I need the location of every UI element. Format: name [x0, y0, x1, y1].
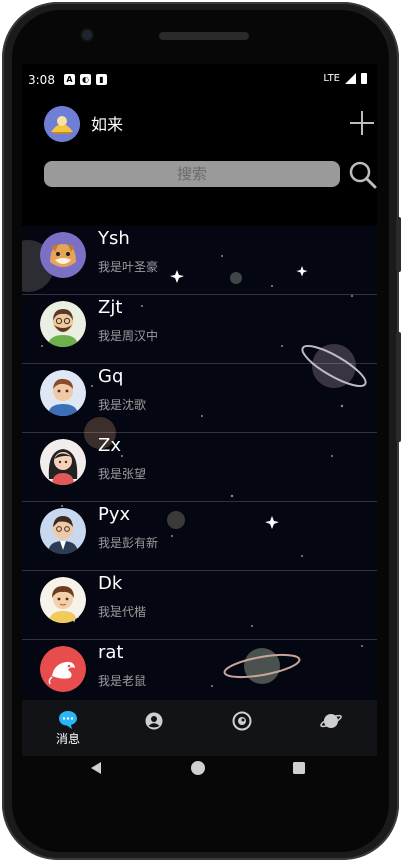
home-icon[interactable] — [190, 760, 206, 776]
contact-name: Zx — [98, 435, 121, 456]
battery-icon — [361, 73, 367, 84]
woman-avatar — [40, 439, 86, 485]
status-time: 3:08 — [28, 73, 55, 87]
contact-name: Zjt — [98, 297, 123, 318]
planet-icon — [320, 714, 342, 728]
app-screen: 3:08 A ◐ ▮ LTE 如来 搜索 Ysh 我是叶圣豪 Zjt 我是周汉中… — [22, 64, 377, 756]
contact-message: 我是彭有新 — [98, 536, 159, 550]
tab-contacts[interactable] — [110, 700, 198, 756]
volume-button — [396, 217, 401, 272]
tab-discover[interactable] — [198, 700, 286, 756]
recents-icon[interactable] — [292, 761, 306, 775]
contact-message: 我是沈歌 — [98, 398, 147, 412]
contact-message: 我是张望 — [98, 467, 147, 481]
contact-message: 我是代楷 — [98, 605, 147, 619]
tab-label: 消息 — [55, 732, 80, 746]
front-camera — [82, 30, 92, 40]
header: 如来 — [22, 104, 377, 148]
businessman-avatar — [40, 508, 86, 554]
search-icon[interactable] — [348, 160, 377, 190]
tab-messages[interactable]: 消息 — [24, 700, 112, 756]
contact-name: Pyx — [98, 504, 131, 525]
tab-planet[interactable] — [286, 700, 374, 756]
search-input[interactable]: 搜索 — [44, 161, 340, 187]
contact-name: rat — [98, 642, 124, 663]
contact-name: Ysh — [98, 228, 130, 249]
contact-row[interactable]: rat 我是老鼠 — [22, 640, 377, 700]
power-button — [396, 332, 401, 442]
contact-message: 我是老鼠 — [98, 674, 147, 688]
back-icon[interactable] — [88, 760, 104, 776]
contact-message: 我是叶圣豪 — [98, 260, 159, 274]
add-button[interactable] — [348, 109, 376, 137]
contact-name: Dk — [98, 573, 123, 594]
contact-row[interactable]: Dk 我是代楷 — [22, 571, 377, 640]
contact-row[interactable]: Ysh 我是叶圣豪 — [22, 226, 377, 295]
sd-card-icon: ▮ — [96, 74, 107, 85]
shiba-dog-avatar — [40, 232, 86, 278]
network-type: LTE — [323, 73, 340, 84]
discover-icon — [232, 711, 252, 731]
signal-icon — [345, 73, 356, 84]
user-avatar[interactable] — [44, 106, 80, 142]
chat-bubble-icon — [59, 711, 77, 729]
earpiece-speaker — [159, 32, 249, 40]
man-avatar — [40, 370, 86, 416]
boy-avatar — [40, 577, 86, 623]
status-bar: 3:08 A ◐ ▮ LTE — [22, 64, 377, 94]
contact-name: Gq — [98, 366, 124, 387]
rat-logo-avatar — [40, 646, 86, 692]
contact-row[interactable]: Zjt 我是周汉中 — [22, 295, 377, 364]
user-name: 如来 — [91, 115, 124, 134]
bottom-tab-bar: 消息 — [22, 700, 377, 756]
notification-b-icon: ◐ — [80, 74, 91, 85]
contact-row[interactable]: Gq 我是沈歌 — [22, 364, 377, 433]
contact-row[interactable]: Pyx 我是彭有新 — [22, 502, 377, 571]
notification-a-icon: A — [64, 74, 75, 85]
bearded-man-avatar — [40, 301, 86, 347]
contacts-icon — [145, 712, 163, 730]
contact-list: Ysh 我是叶圣豪 Zjt 我是周汉中 Gq 我是沈歌 Zx 我是张望 Pyx … — [22, 226, 377, 700]
system-nav-bar — [22, 756, 377, 796]
contact-message: 我是周汉中 — [98, 329, 159, 343]
contact-row[interactable]: Zx 我是张望 — [22, 433, 377, 502]
